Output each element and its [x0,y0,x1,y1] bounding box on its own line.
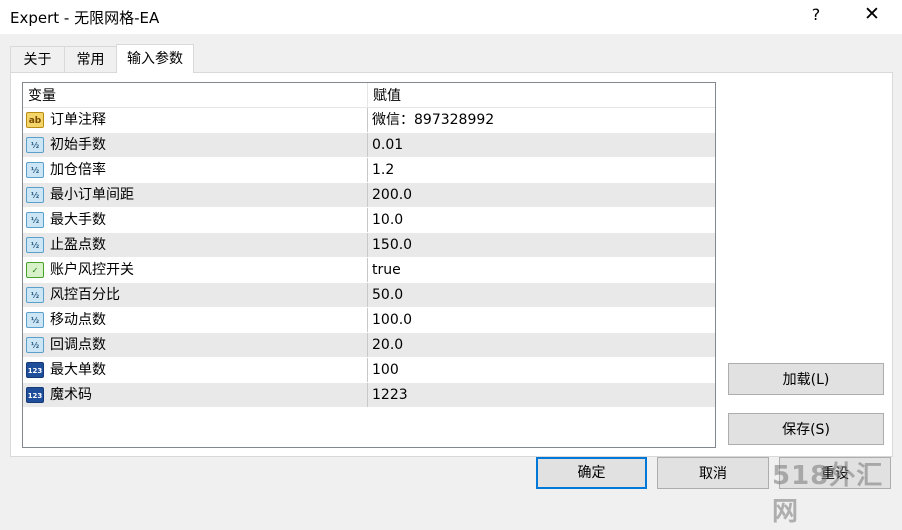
title-bar: Expert - 无限网格-EA ? ✕ [0,0,902,34]
parameter-value[interactable]: 0.01 [372,133,403,157]
parameter-name-cell: ✓ 账户风控开关 [23,258,368,282]
parameter-name: 最大单数 [50,362,106,378]
fraction-double-icon: ½ [26,137,44,153]
fraction-double-icon: ½ [26,237,44,253]
parameter-name: 风控百分比 [50,287,120,303]
parameter-name: 回调点数 [50,337,106,353]
parameter-value[interactable]: 1.2 [372,158,394,182]
table-row[interactable]: ½ 止盈点数 150.0 [23,233,715,258]
parameter-value[interactable]: 50.0 [372,283,403,307]
table-row[interactable]: 123 最大单数 100 [23,358,715,383]
tab-common[interactable]: 常用 [64,46,117,72]
table-row[interactable]: ½ 移动点数 100.0 [23,308,715,333]
parameter-value[interactable]: 微信：897328992 [372,108,494,132]
parameter-value[interactable]: true [372,258,401,282]
fraction-double-icon: ½ [26,287,44,303]
fraction-double-icon: ½ [26,212,44,228]
integer-icon: 123 [26,362,44,378]
parameter-name-cell: ab 订单注释 [23,108,368,132]
fraction-double-icon: ½ [26,312,44,328]
cancel-button[interactable]: 取消 [657,457,769,489]
parameter-name: 魔术码 [50,387,92,403]
grid-header: 变量 赋值 [23,83,715,108]
parameter-name-cell: ½ 止盈点数 [23,233,368,257]
tab-inputs[interactable]: 输入参数 [116,44,194,73]
parameter-name: 最小订单间距 [50,187,134,203]
watermark-logo: 518外汇网 [772,461,884,527]
parameter-name-cell: ½ 最小订单间距 [23,183,368,207]
integer-icon: 123 [26,387,44,403]
fraction-double-icon: ½ [26,337,44,353]
parameters-grid[interactable]: 变量 赋值 ab 订单注释 微信：897328992 ½ 初始手数 0.01 ½… [22,82,716,448]
ok-button[interactable]: 确定 [536,457,647,489]
parameter-name: 加仓倍率 [50,162,106,178]
parameter-name-cell: ½ 初始手数 [23,133,368,157]
parameter-value[interactable]: 100.0 [372,308,412,332]
parameter-value[interactable]: 100 [372,358,399,382]
parameter-name: 最大手数 [50,212,106,228]
parameter-name-cell: 123 魔术码 [23,383,368,407]
table-row[interactable]: ab 订单注释 微信：897328992 [23,108,715,133]
save-button[interactable]: 保存(S) [728,413,884,445]
parameter-value[interactable]: 20.0 [372,333,403,357]
ab-string-icon: ab [26,112,44,128]
parameter-name: 订单注释 [50,112,106,128]
table-row[interactable]: ½ 最小订单间距 200.0 [23,183,715,208]
parameter-name: 账户风控开关 [50,262,134,278]
parameter-value[interactable]: 200.0 [372,183,412,207]
parameter-name-cell: ½ 加仓倍率 [23,158,368,182]
parameter-name-cell: ½ 移动点数 [23,308,368,332]
table-row[interactable]: ½ 最大手数 10.0 [23,208,715,233]
table-row[interactable]: ✓ 账户风控开关 true [23,258,715,283]
boolean-icon: ✓ [26,262,44,278]
table-row[interactable]: ½ 加仓倍率 1.2 [23,158,715,183]
tab-about[interactable]: 关于 [10,46,65,72]
parameter-value[interactable]: 10.0 [372,208,403,232]
help-button[interactable]: ? [806,5,826,24]
table-row[interactable]: ½ 风控百分比 50.0 [23,283,715,308]
column-header-value[interactable]: 赋值 [368,83,715,107]
window-title: Expert - 无限网格-EA [10,9,160,27]
parameter-name: 止盈点数 [50,237,106,253]
parameter-value[interactable]: 1223 [372,383,408,407]
fraction-double-icon: ½ [26,162,44,178]
table-row[interactable]: 123 魔术码 1223 [23,383,715,408]
parameter-name: 初始手数 [50,137,106,153]
parameter-name-cell: ½ 回调点数 [23,333,368,357]
table-row[interactable]: ½ 回调点数 20.0 [23,333,715,358]
parameter-name: 移动点数 [50,312,106,328]
parameter-value[interactable]: 150.0 [372,233,412,257]
parameter-name-cell: 123 最大单数 [23,358,368,382]
close-button[interactable]: ✕ [860,3,884,25]
column-header-variable[interactable]: 变量 [23,83,368,107]
fraction-double-icon: ½ [26,187,44,203]
parameter-name-cell: ½ 风控百分比 [23,283,368,307]
load-button[interactable]: 加载(L) [728,363,884,395]
table-row[interactable]: ½ 初始手数 0.01 [23,133,715,158]
parameter-name-cell: ½ 最大手数 [23,208,368,232]
